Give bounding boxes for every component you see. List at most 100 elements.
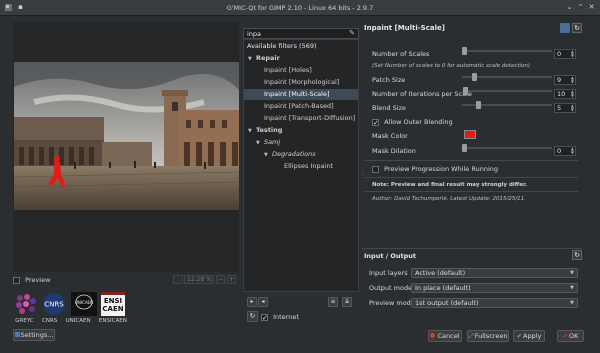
copy-params-icon[interactable] [560, 23, 570, 33]
window-title: G'MIC-Qt for GIMP 2.10 - Linux 64 bits -… [226, 4, 374, 12]
divider [364, 160, 578, 161]
close-icon[interactable]: ✕ [587, 3, 596, 12]
iterations-slider[interactable] [462, 86, 552, 96]
output-mode-select[interactable]: In place (default) ▼ [411, 283, 578, 293]
filter-search-input[interactable]: inpa ✎ [243, 28, 359, 39]
ok-button[interactable]: ✔OK [557, 330, 584, 342]
io-title: Input / Output [364, 252, 416, 260]
filter-params: Number of Scales 0 ▲ ▼ (Set Number of scal… [364, 38, 580, 208]
input-layers-label: Input layers [369, 269, 408, 277]
iterations-label: Number of Iterations per Scale [372, 90, 472, 98]
zoom-value[interactable]: 12.28 % [184, 275, 214, 284]
zoom-out-button[interactable]: − [216, 275, 225, 284]
title-bar: ▪ G'MIC-Qt for GIMP 2.10 - Linux 64 bits… [0, 0, 600, 16]
mask-dilation-spinbox[interactable]: 0 ▲ ▼ [554, 146, 576, 156]
tree-folder-repair[interactable]: ▼ Repair [244, 53, 358, 64]
note-text: Note: Preview and final result may stron… [372, 182, 527, 188]
tree-folder-testing[interactable]: ▼ Testing [244, 125, 358, 136]
tree-item-ellipses-inpaint[interactable]: Ellipses Inpaint [244, 161, 358, 172]
logo-captions: GREYC CNRS UNICAEN ENSICAEN [11, 318, 131, 324]
remove-favorite-button[interactable]: ◂ [258, 297, 268, 307]
ensicaen-logo: ENSI CAEN [101, 292, 125, 316]
num-scales-spinbox[interactable]: 0 ▲ ▼ [554, 49, 576, 59]
preview-toggle[interactable]: Preview [13, 276, 50, 284]
chevron-down-icon: ▼ [570, 300, 574, 306]
preview-label: Preview [25, 276, 51, 284]
slider-handle[interactable] [463, 87, 468, 95]
zoom-fit-button[interactable] [173, 275, 183, 284]
mask-color-swatch[interactable] [464, 130, 476, 139]
mask-color-label: Mask Color [372, 132, 408, 140]
expand-arrow-icon[interactable]: ▼ [256, 140, 260, 146]
cancel-button[interactable]: Cancel [428, 330, 462, 342]
settings-button[interactable]: Settings... [13, 329, 55, 341]
input-layers-select[interactable]: Active (default) ▼ [411, 268, 578, 278]
apply-button[interactable]: ✔Apply [513, 330, 545, 342]
expand-arrow-icon[interactable]: ▼ [248, 128, 252, 134]
settings-button-label: Settings... [20, 331, 54, 339]
reset-params-icon[interactable]: ↻ [572, 23, 582, 33]
fullscreen-button[interactable]: ⤢Fullscreen [467, 330, 509, 342]
ok-icon: ✔ [562, 332, 569, 340]
tree-item-inpaint-multiscale[interactable]: Inpaint [Multi-Scale] [244, 89, 358, 100]
outer-blending-toggle[interactable]: Allow Outer Blending [372, 118, 453, 126]
zoom-in-button[interactable]: + [227, 275, 236, 284]
settings-icon [14, 332, 20, 337]
slider-handle[interactable] [472, 73, 477, 81]
tree-folder-samj[interactable]: ▼ Samj [244, 137, 358, 148]
expand-collapse-button[interactable]: ⇊ [342, 297, 352, 307]
num-scales-slider[interactable] [462, 46, 552, 56]
divider [362, 248, 582, 249]
slider-handle[interactable] [462, 47, 467, 55]
expand-arrow-icon[interactable]: ▼ [248, 56, 252, 62]
outer-blending-checkbox[interactable] [372, 118, 379, 126]
reset-io-icon[interactable]: ↻ [572, 250, 582, 260]
num-scales-note: (Set Number of scales to 0 for automatic… [372, 63, 531, 69]
tree-item-inpaint-transport-diffusion[interactable]: Inpaint [Transport-Diffusion] [244, 113, 358, 124]
splitter-handle[interactable]: ⋮ [360, 170, 366, 180]
search-value: inpa [247, 30, 262, 38]
clear-search-icon[interactable]: ✎ [349, 29, 355, 37]
divider [364, 177, 578, 178]
patch-size-spinbox[interactable]: 9 ▲ ▼ [554, 75, 576, 85]
tree-item-inpaint-morphological[interactable]: Inpaint [Morphological] [244, 77, 358, 88]
tree-folder-degradations[interactable]: ▼ Degradations [244, 149, 358, 160]
tree-item-inpaint-holes[interactable]: Inpaint [Holes] [244, 65, 358, 76]
progression-checkbox[interactable] [372, 165, 379, 173]
cnrs-logo: CNRS [42, 292, 66, 316]
patch-size-slider[interactable] [462, 72, 552, 82]
outer-blending-label: Allow Outer Blending [384, 118, 453, 126]
blend-size-slider[interactable] [462, 100, 552, 110]
logo-caption: UNICAEN [65, 318, 91, 324]
minimize-icon[interactable]: ⌄ [565, 3, 574, 12]
slider-handle[interactable] [476, 101, 481, 109]
blend-size-label: Blend Size [372, 104, 406, 112]
unicaen-logo: UNICAEN [71, 292, 97, 316]
num-scales-label: Number of Scales [372, 50, 430, 58]
add-favorite-button[interactable]: ▸ [247, 297, 257, 307]
preview-checkbox[interactable] [13, 276, 20, 284]
svg-text:CNRS: CNRS [44, 301, 64, 309]
cancel-icon [430, 333, 436, 338]
internet-checkbox[interactable] [261, 313, 268, 321]
progression-label: Preview Progression While Running [384, 165, 499, 173]
toggle-visibility-button[interactable]: ≡ [328, 297, 338, 307]
preview-mode-select[interactable]: 1st output (default) ▼ [411, 298, 578, 308]
filters-tree[interactable]: Available filters (569) ▼ Repair Inpaint… [243, 39, 359, 292]
fullscreen-icon: ⤢ [468, 332, 474, 340]
tree-item-inpaint-patch-based[interactable]: Inpaint [Patch-Based] [244, 101, 358, 112]
internet-toggle[interactable]: Internet [261, 313, 299, 321]
mask-dilation-slider[interactable] [462, 143, 552, 153]
refresh-icon[interactable]: ↻ [247, 311, 258, 322]
logo-caption: GREYC [15, 318, 34, 324]
iterations-spinbox[interactable]: 10 ▲ ▼ [554, 89, 576, 99]
maximize-icon[interactable]: ⌃ [576, 3, 585, 12]
blend-size-spinbox[interactable]: 5 ▲ ▼ [554, 103, 576, 113]
divider [364, 191, 578, 192]
slider-handle[interactable] [462, 144, 467, 152]
progression-toggle[interactable]: Preview Progression While Running [372, 165, 498, 173]
expand-arrow-icon[interactable]: ▼ [264, 152, 268, 158]
preview-image[interactable] [14, 62, 239, 210]
logo-caption: ENSICAEN [98, 318, 127, 324]
svg-text:CAEN: CAEN [102, 305, 123, 313]
